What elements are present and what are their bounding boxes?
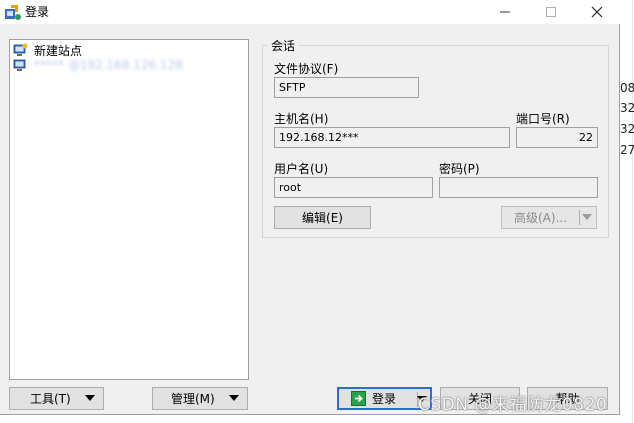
- chevron-down-icon: [85, 395, 95, 401]
- login-button-label: 登录: [372, 392, 397, 406]
- host-label: 主机名(H): [274, 112, 329, 126]
- port-input[interactable]: 22: [516, 127, 598, 148]
- manage-button-label: 管理(M): [171, 392, 215, 406]
- protocol-select[interactable]: SFTP: [274, 77, 419, 98]
- advanced-button-label: 高级(A)...: [514, 211, 568, 225]
- edit-button[interactable]: 编辑(E): [274, 206, 371, 229]
- username-label: 用户名(U): [274, 162, 329, 176]
- maximize-icon: [546, 7, 556, 17]
- chevron-down-icon: [582, 214, 592, 220]
- chevron-down-icon: [229, 395, 239, 401]
- protocol-label: 文件协议(F): [274, 62, 339, 76]
- username-input[interactable]: root: [274, 177, 433, 198]
- site-tree[interactable]: 新建站点 ***** @192.168.126.128: [9, 39, 249, 380]
- new-site-icon: [13, 43, 28, 56]
- tools-button-label: 工具(T): [30, 392, 71, 406]
- background-number: 32: [620, 101, 634, 115]
- window-title: 登录: [25, 5, 50, 19]
- tree-item-saved-site[interactable]: ***** @192.168.126.128: [12, 57, 183, 73]
- minimize-icon: [500, 11, 510, 13]
- background-divider: [632, 0, 633, 423]
- background-number: 27: [620, 143, 634, 157]
- login-icon: [351, 391, 366, 406]
- port-label: 端口号(R): [516, 112, 570, 126]
- title-bar[interactable]: 登录: [0, 0, 620, 24]
- tools-button[interactable]: 工具(T): [9, 387, 104, 410]
- edit-button-label: 编辑(E): [302, 211, 343, 225]
- winscp-icon: [5, 5, 21, 20]
- host-input[interactable]: 192.168.12***: [274, 127, 510, 148]
- password-input[interactable]: [439, 177, 598, 198]
- manage-button[interactable]: 管理(M): [152, 387, 248, 410]
- tree-item-label: ***** @192.168.126.128: [34, 58, 183, 72]
- site-icon: [13, 59, 26, 71]
- split-separator: [579, 210, 580, 225]
- tree-item-new-site[interactable]: 新建站点: [12, 42, 82, 58]
- tree-item-label: 新建站点: [34, 43, 83, 58]
- watermark-text: CSDN @来福防龙0820: [418, 395, 608, 415]
- maximize-button[interactable]: [528, 0, 574, 24]
- background-number: 32: [620, 122, 634, 136]
- password-label: 密码(P): [439, 162, 480, 176]
- advanced-button[interactable]: 高级(A)...: [501, 206, 597, 229]
- session-legend: 会话: [268, 37, 299, 54]
- close-button[interactable]: [574, 0, 620, 24]
- background-number: 08: [620, 81, 634, 95]
- minimize-button[interactable]: [482, 0, 528, 24]
- login-dialog: 登录 新建站点 ***** @192.168.126.128 会话 文件协议(F…: [0, 0, 620, 415]
- close-icon: [591, 6, 603, 18]
